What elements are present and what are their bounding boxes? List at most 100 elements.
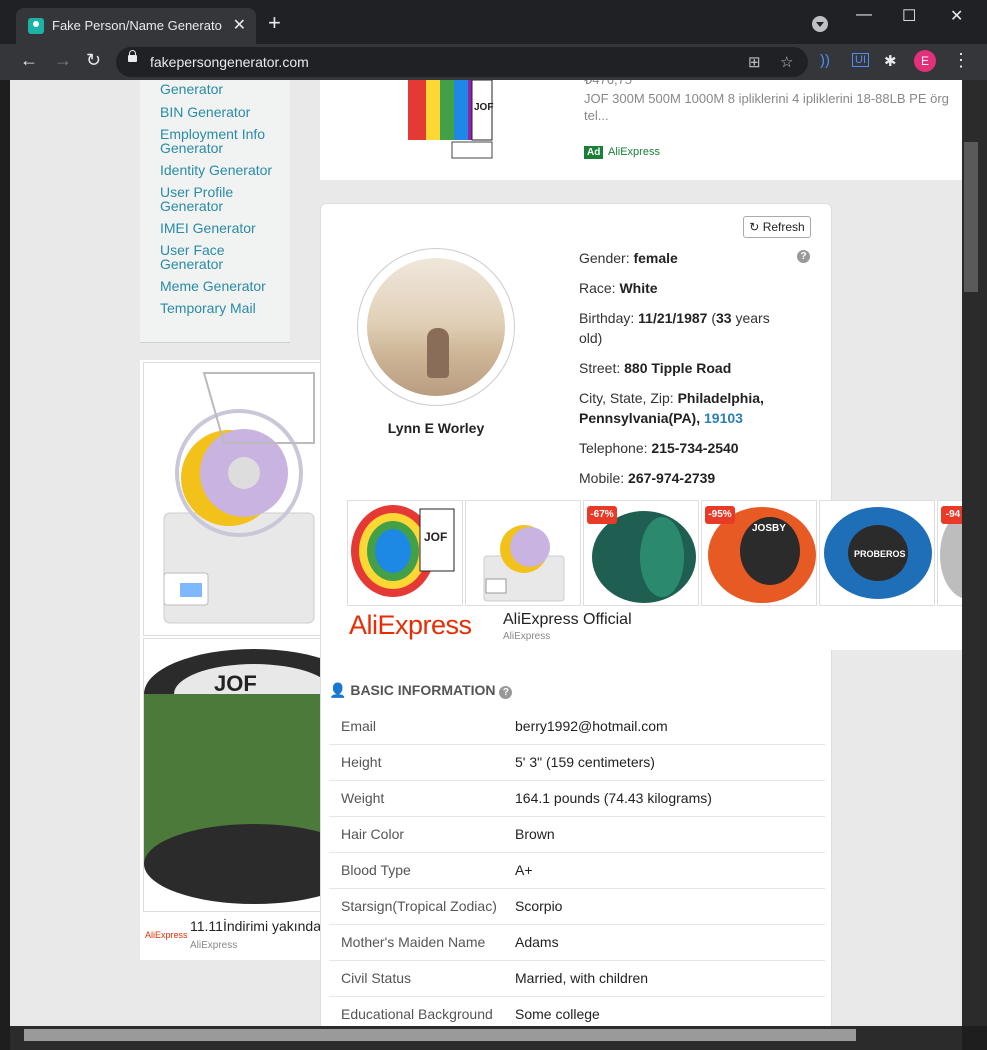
address-bar[interactable]: fakepersongenerator.com ⊞ ☆ — [116, 47, 808, 77]
aliexpress-logo[interactable]: AliExpress — [349, 610, 472, 641]
svg-text:JOF: JOF — [424, 530, 447, 544]
carousel-item[interactable]: -94 — [937, 500, 962, 606]
carousel-item[interactable]: JOSBY -95% — [701, 500, 817, 606]
aliexpress-store-source: AliExpress — [503, 631, 551, 642]
info-value: Scorpio — [515, 898, 563, 914]
page: Generator BIN Generator Employment Info … — [10, 80, 962, 1026]
svg-text:JOSBY: JOSBY — [752, 523, 786, 534]
ad-description[interactable]: JOF 300M 500M 1000M 8 ipliklerini 4 ipli… — [584, 90, 962, 124]
carousel-item[interactable]: JOF — [347, 500, 463, 606]
site-favicon-icon — [28, 18, 44, 34]
reload-icon[interactable]: ↻ — [86, 50, 101, 71]
vertical-scrollbar[interactable] — [962, 80, 987, 1026]
info-label: Email — [341, 718, 377, 734]
avatar — [357, 248, 515, 406]
telephone-field: Telephone: 215-734-2540 — [579, 438, 739, 458]
page-viewport: Generator BIN Generator Employment Info … — [0, 80, 987, 1050]
info-label: Starsign(Tropical Zodiac) — [341, 898, 497, 914]
ad-product-image[interactable] — [143, 362, 323, 636]
top-ad[interactable]: JOF ₺476,75 JOF 300M 500M 1000M 8 iplikl… — [320, 80, 962, 180]
info-value: A+ — [515, 862, 533, 878]
sidebar-item-meme-generator[interactable]: Meme Generator — [160, 279, 285, 293]
tab-search-icon[interactable] — [812, 16, 828, 32]
tab-close-icon[interactable]: ✕ — [233, 15, 246, 35]
info-row-starsign: Starsign(Tropical Zodiac) Scorpio — [329, 888, 825, 925]
left-ad[interactable]: JOF AliExpress 11.11İndirimi yakında Ali… — [140, 360, 364, 960]
info-label: Height — [341, 754, 382, 770]
info-value: Adams — [515, 934, 559, 950]
info-row-email: Email berry1992@hotmail.com — [329, 708, 825, 745]
carousel-item[interactable]: -67% — [583, 500, 699, 606]
mobile-value: 267-974-2739 — [628, 470, 716, 486]
back-icon[interactable]: ← — [20, 50, 38, 71]
sidebar-item-bin-generator[interactable]: BIN Generator — [160, 105, 285, 119]
horizontal-scroll-thumb[interactable] — [24, 1029, 856, 1041]
telephone-value: 215-734-2540 — [651, 440, 739, 456]
sidebar-item-generator[interactable]: Generator — [160, 82, 285, 96]
ad-price: ₺476,75 — [584, 80, 632, 88]
translate-icon[interactable]: ⊞ — [748, 53, 761, 71]
info-value: berry1992@hotmail.com — [515, 718, 668, 734]
gender-label: Gender: — [579, 250, 630, 266]
street-label: Street: — [579, 360, 621, 376]
aliexpress-store-name[interactable]: AliExpress Official — [503, 611, 632, 629]
multicolor-spool-thumb: JOF — [351, 505, 455, 597]
ad-source[interactable]: AliExpress — [608, 146, 660, 158]
sidebar-item-temporary-mail[interactable]: Temporary Mail — [160, 301, 285, 315]
info-row-blood-type: Blood Type A+ — [329, 852, 825, 889]
help-icon[interactable]: ? — [797, 250, 810, 263]
forward-icon[interactable]: → — [54, 50, 72, 71]
ad-fishing-line-image[interactable]: JOF — [143, 638, 364, 912]
filament-dryer-image — [163, 372, 315, 624]
ad-title[interactable]: 11.11İndirimi yakında — [190, 918, 321, 934]
url-text[interactable]: fakepersongenerator.com — [150, 54, 309, 70]
city-label: City, State, Zip: — [579, 390, 674, 406]
profile-avatar[interactable]: E — [914, 50, 936, 72]
carousel-item[interactable] — [465, 500, 581, 606]
basic-info-heading: 👤 BASIC INFORMATION ? — [329, 682, 513, 699]
new-tab-button[interactable]: + — [268, 12, 281, 34]
minimize-icon[interactable]: — — [856, 6, 872, 24]
birthday-field: Birthday: 11/21/1987 (33 years old) — [579, 308, 779, 348]
info-row-maiden-name: Mother's Maiden Name Adams — [329, 924, 825, 961]
person-name: Lynn E Worley — [387, 420, 485, 436]
title-bar: Fake Person/Name Generator | U ✕ + — ☐ ✕ — [0, 0, 987, 44]
green-spool-image: JOF — [144, 649, 364, 904]
puzzle-icon[interactable]: ✱ — [884, 52, 897, 70]
age-value: 33 — [716, 310, 732, 326]
help-icon[interactable]: ? — [499, 686, 513, 699]
sidebar-item-employment-info[interactable]: Employment Info Generator — [160, 127, 285, 155]
horizontal-scrollbar[interactable] — [10, 1026, 962, 1050]
info-value: 164.1 pounds (74.43 kilograms) — [515, 790, 712, 806]
race-field: Race: White — [579, 278, 658, 298]
extension-icon[interactable]: )) — [820, 52, 830, 69]
svg-text:PROBEROS: PROBEROS — [854, 549, 906, 559]
menu-icon[interactable]: ⋮ — [952, 50, 970, 71]
refresh-button[interactable]: ↻ Refresh — [743, 216, 811, 238]
lock-icon[interactable] — [128, 50, 137, 62]
window-close-icon[interactable]: ✕ — [950, 6, 963, 26]
browser-toolbar: ← → ↻ fakepersongenerator.com ⊞ ☆ )) UI … — [0, 44, 987, 80]
sidebar-item-user-face[interactable]: User Face Generator — [160, 243, 285, 271]
sidebar-item-user-profile[interactable]: User Profile Generator — [160, 185, 285, 213]
birthday-value: 11/21/1987 — [638, 310, 708, 326]
product-carousel-ad[interactable]: JOF -67% JOSBY -95% PROBEROS -94 AliExpr… — [347, 500, 962, 650]
carousel-item[interactable]: PROBEROS — [819, 500, 935, 606]
mobile-field: Mobile: 267-974-2739 — [579, 468, 715, 488]
info-label: Hair Color — [341, 826, 405, 842]
ui-extension-icon[interactable]: UI — [852, 53, 869, 67]
race-label: Race: — [579, 280, 616, 296]
user-icon: 👤 — [329, 682, 347, 698]
info-label: Weight — [341, 790, 385, 806]
sidebar-item-identity-generator[interactable]: Identity Generator — [160, 163, 285, 177]
sidebar-item-imei-generator[interactable]: IMEI Generator — [160, 221, 285, 235]
zip-link[interactable]: 19103 — [704, 410, 743, 426]
star-icon[interactable]: ☆ — [780, 53, 793, 71]
vertical-scroll-thumb[interactable] — [964, 142, 978, 292]
browser-tab[interactable]: Fake Person/Name Generator | U ✕ — [16, 8, 256, 44]
maximize-icon[interactable]: ☐ — [902, 6, 916, 26]
info-value: 5' 3" (159 centimeters) — [515, 754, 655, 770]
info-label: Mother's Maiden Name — [341, 934, 486, 950]
mobile-label: Mobile: — [579, 470, 625, 486]
telephone-label: Telephone: — [579, 440, 648, 456]
